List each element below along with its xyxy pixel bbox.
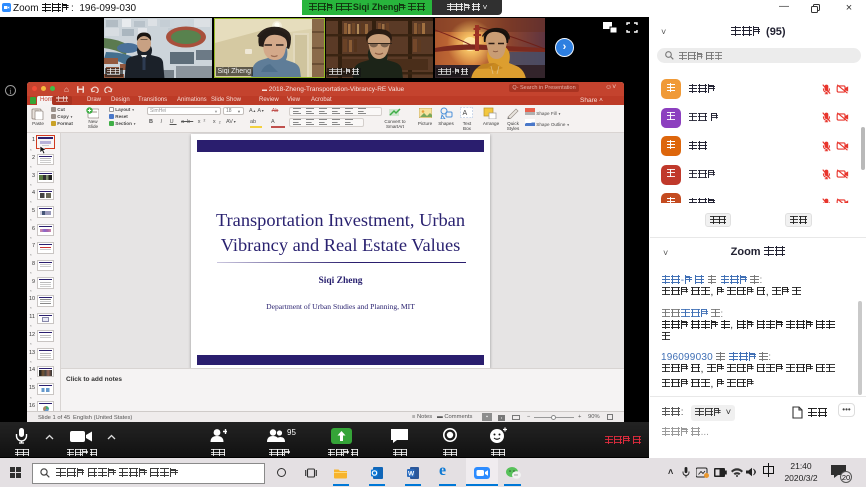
svg-text:W: W [408, 470, 415, 477]
svg-text:A: A [463, 110, 468, 117]
